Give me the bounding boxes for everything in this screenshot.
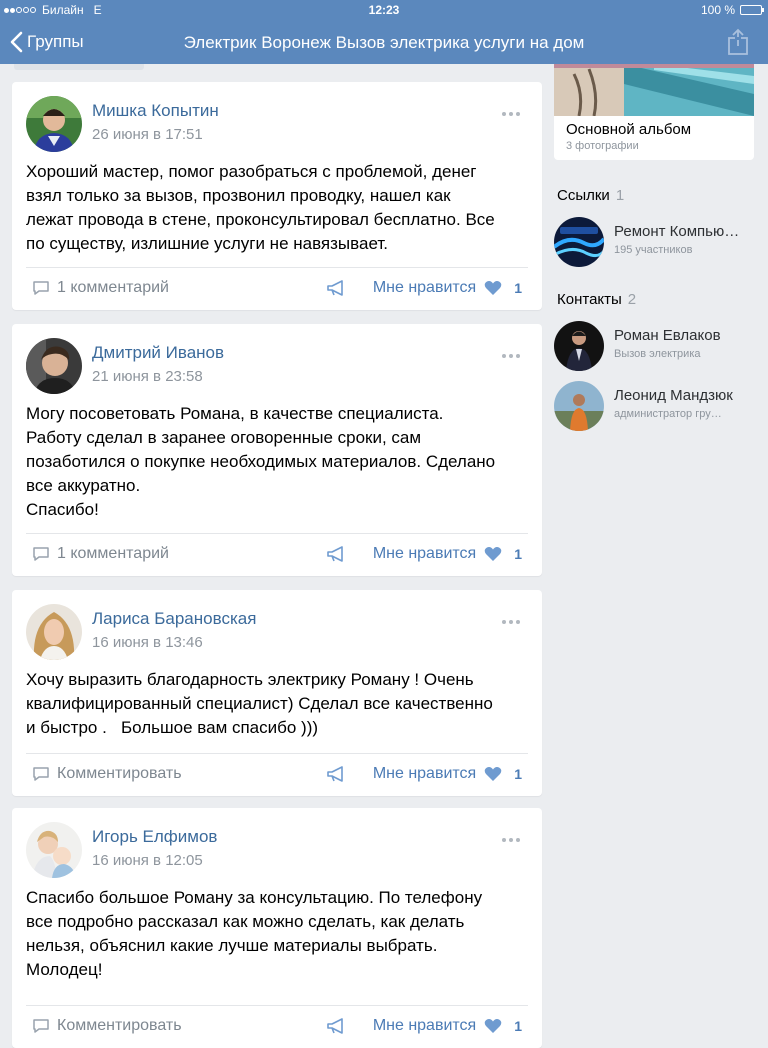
status-right: 100 % <box>700 3 764 17</box>
comment-icon <box>33 281 49 295</box>
heart-icon <box>484 767 502 781</box>
like-label: Мне нравится <box>372 545 477 562</box>
author-avatar[interactable] <box>26 822 82 878</box>
post-date[interactable]: 16 июня в 12:05 <box>92 852 203 869</box>
like-count: 1 <box>514 766 522 782</box>
contact-avatar <box>554 381 604 431</box>
megaphone-share-icon[interactable] <box>326 1017 348 1035</box>
comment-label: 1 комментарий <box>57 279 169 296</box>
battery-icon <box>740 5 764 15</box>
like-button[interactable]: Мне нравится 1 <box>373 1017 522 1035</box>
author-name[interactable]: Мишка Копытин <box>92 101 219 121</box>
comment-label: Комментировать <box>57 765 182 782</box>
chevron-left-icon <box>10 31 23 53</box>
author-name[interactable]: Дмитрий Иванов <box>92 343 224 363</box>
wall-post: Мишка Копытин 26 июня в 17:51 Хороший ма… <box>12 82 542 310</box>
battery-percent: 100 % <box>700 3 735 17</box>
more-options-icon[interactable] <box>502 354 520 358</box>
comment-label: Комментировать <box>57 1017 182 1034</box>
like-label: Мне нравится <box>372 765 477 782</box>
more-options-icon[interactable] <box>502 620 520 624</box>
like-label: Мне нравится <box>372 279 477 296</box>
author-avatar[interactable] <box>26 338 82 394</box>
link-item[interactable]: Ремонт Компью… 195 участников <box>554 217 754 271</box>
album-card[interactable]: Основной альбом 3 фотографии <box>554 64 754 160</box>
post-date[interactable]: 21 июня в 23:58 <box>92 368 203 385</box>
status-bar: Билайн E 12:23 100 % <box>0 0 768 20</box>
post-actions: 1 комментарий Мне нравится 1 <box>26 533 528 576</box>
megaphone-share-icon[interactable] <box>326 765 348 783</box>
contact-avatar <box>554 321 604 371</box>
like-button[interactable]: Мне нравится 1 <box>373 279 522 297</box>
link-avatar <box>554 217 604 267</box>
post-date[interactable]: 16 июня в 13:46 <box>92 634 203 651</box>
post-actions: Комментировать Мне нравится 1 <box>26 1005 528 1048</box>
contact-name: Леонид Мандзюк <box>614 387 733 404</box>
link-members: 195 участников <box>614 244 693 256</box>
wall-post: Лариса Барановская 16 июня в 13:46 Хочу … <box>12 590 542 796</box>
heart-icon <box>484 1019 502 1033</box>
contact-item[interactable]: Леонид Мандзюк администратор гру… <box>554 381 754 435</box>
album-thumbnail <box>554 64 754 116</box>
like-count: 1 <box>514 1018 522 1034</box>
like-label: Мне нравится <box>372 1017 477 1034</box>
comment-button[interactable]: Комментировать <box>32 765 182 783</box>
contact-name: Роман Евлаков <box>614 327 721 344</box>
links-count: 1 <box>615 187 625 204</box>
nav-bar: Группы Электрик Воронеж Вызов электрика … <box>0 20 768 64</box>
contact-role: администратор гру… <box>614 408 722 420</box>
post-text: Спасибо большое Роману за консультацию. … <box>26 888 483 979</box>
contact-item[interactable]: Роман Евлаков Вызов электрика <box>554 321 754 375</box>
heart-icon <box>484 547 502 561</box>
comment-icon <box>33 767 49 781</box>
like-button[interactable]: Мне нравится 1 <box>373 765 522 783</box>
post-text: Хороший мастер, помог разобраться с проб… <box>26 162 495 253</box>
comment-icon <box>33 547 49 561</box>
comment-button[interactable]: 1 комментарий <box>32 279 169 297</box>
comment-button[interactable]: Комментировать <box>32 1017 182 1035</box>
back-button[interactable]: Группы <box>10 31 84 53</box>
like-count: 1 <box>514 280 522 296</box>
megaphone-share-icon[interactable] <box>326 279 348 297</box>
wall-post: Дмитрий Иванов 21 июня в 23:58 Могу посо… <box>12 324 542 576</box>
post-actions: 1 комментарий Мне нравится 1 <box>26 267 528 310</box>
wall-post: Игорь Елфимов 16 июня в 12:05 Спасибо бо… <box>12 808 542 1048</box>
links-heading-label: Ссылки <box>557 187 610 204</box>
like-count: 1 <box>514 546 522 562</box>
album-photo-count: 3 фотографии <box>566 140 639 152</box>
comment-button[interactable]: 1 комментарий <box>32 545 169 563</box>
post-text: Хочу выразить благодарность электрику Ро… <box>26 670 493 737</box>
heart-icon <box>484 281 502 295</box>
contact-role: Вызов электрика <box>614 348 701 360</box>
comment-label: 1 комментарий <box>57 545 169 562</box>
like-button[interactable]: Мне нравится 1 <box>373 545 522 563</box>
contacts-heading-label: Контакты <box>557 291 622 308</box>
author-avatar[interactable] <box>26 96 82 152</box>
page-title: Электрик Воронеж Вызов электрика услуги … <box>183 33 585 52</box>
post-actions: Комментировать Мне нравится 1 <box>26 753 528 796</box>
back-label: Группы <box>27 32 84 51</box>
feed-top-edge <box>14 64 144 70</box>
more-options-icon[interactable] <box>502 838 520 842</box>
post-date[interactable]: 26 июня в 17:51 <box>92 126 203 143</box>
author-name[interactable]: Лариса Барановская <box>92 609 256 629</box>
links-heading: Ссылки 1 <box>557 187 624 204</box>
author-avatar[interactable] <box>26 604 82 660</box>
share-icon[interactable] <box>726 28 750 56</box>
more-options-icon[interactable] <box>502 112 520 116</box>
contacts-count: 2 <box>627 291 637 308</box>
album-title: Основной альбом <box>566 121 692 138</box>
post-text: Могу посоветовать Романа, в качестве спе… <box>26 404 496 519</box>
link-name: Ремонт Компью… <box>614 223 740 240</box>
contacts-heading: Контакты 2 <box>557 291 636 308</box>
clock: 12:23 <box>368 3 400 17</box>
comment-icon <box>33 1019 49 1033</box>
megaphone-share-icon[interactable] <box>326 545 348 563</box>
author-name[interactable]: Игорь Елфимов <box>92 827 217 847</box>
